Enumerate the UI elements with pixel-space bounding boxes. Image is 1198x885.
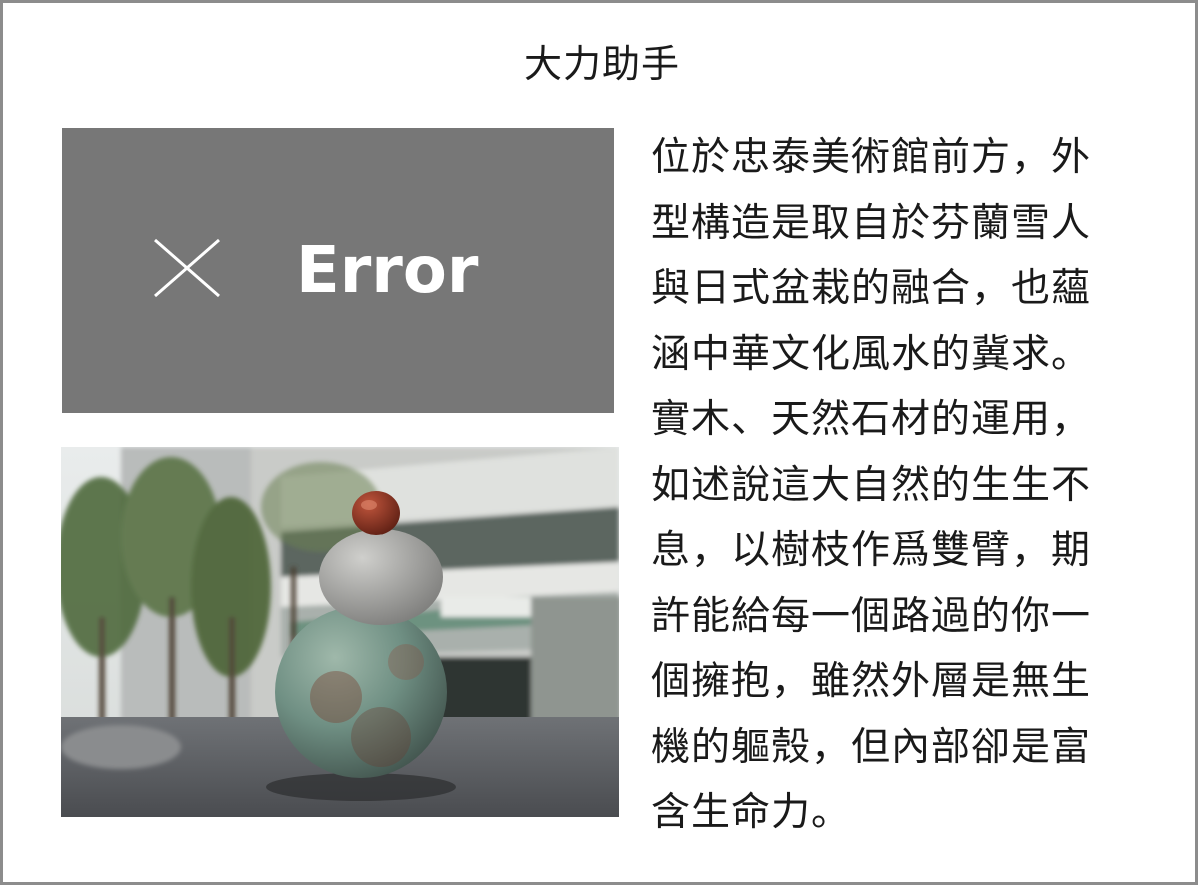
description-line: 型構造是取自於芬蘭雪人 <box>651 200 1092 246</box>
close-icon <box>154 238 220 298</box>
description-line: 與日式盆栽的融合，也蘊 <box>651 266 1092 311</box>
description-line: 個擁抱，雖然外層是無生 <box>651 659 1092 704</box>
error-label: Error <box>296 234 479 308</box>
description-line: 位於忠泰美術館前方，外 <box>651 135 1092 180</box>
card-frame: 大力助手 Error 位於忠泰美術館前方，外 型構造是取自於芬蘭雪人 與日式盆栽… <box>0 0 1198 885</box>
description-line: 許能給每一個路過的你一 <box>651 593 1092 639</box>
page-title: 大力助手 <box>523 42 680 86</box>
sculpture-photo-illustration <box>61 447 619 817</box>
description-line: 如述說這大自然的生生不 <box>651 462 1092 508</box>
sculpture-photo <box>61 447 619 817</box>
description-line: 實木、天然石材的運用， <box>651 397 1092 442</box>
description-text: 位於忠泰美術館前方，外 型構造是取自於芬蘭雪人 與日式盆栽的融合，也蘊 涵中華文… <box>651 125 1141 846</box>
description-line: 涵中華文化風水的冀求。 <box>651 331 1092 377</box>
description-line: 息，以樹枝作爲雙臂，期 <box>651 528 1092 573</box>
description-line: 機的軀殼，但內部卻是富 <box>651 724 1092 770</box>
description-line: 含生命力。 <box>651 790 852 835</box>
